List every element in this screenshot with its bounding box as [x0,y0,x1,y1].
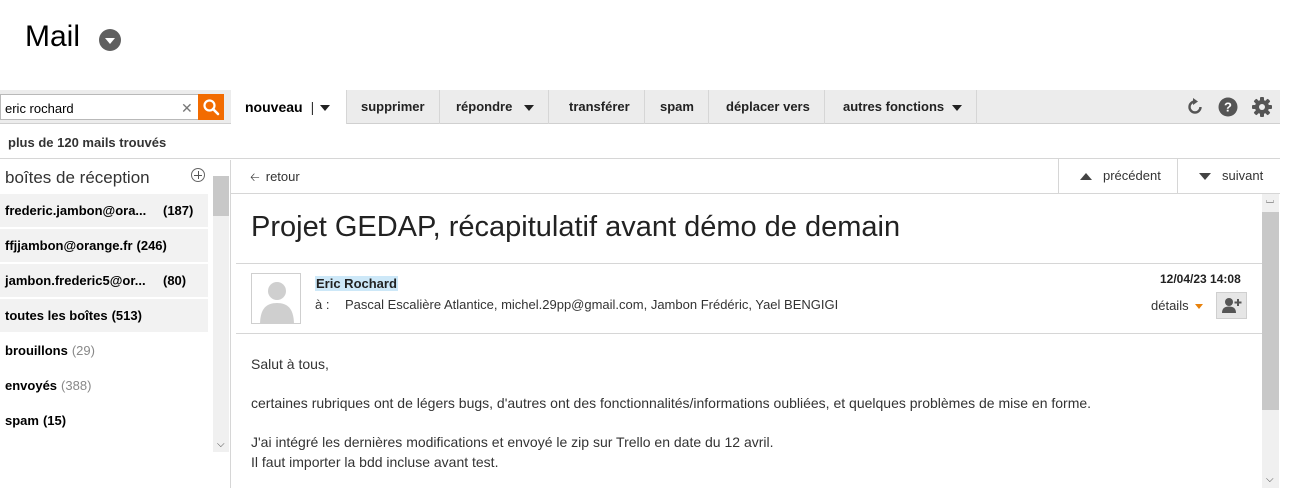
sidebar-item-label: envoyés [5,378,58,393]
unread-count: (80) [163,273,187,288]
search-results-count: plus de 120 mails trouvés [8,135,167,150]
unread-count: (513) [111,308,142,323]
move-to-button[interactable]: déplacer vers [712,90,825,124]
chevron-down-icon [1194,304,1203,310]
separator: | [310,99,315,115]
arrow-left-icon: 🡠 [250,170,260,184]
sender-name[interactable]: Eric Rochard [315,276,398,291]
arrow-down-icon [1199,173,1211,180]
to-label: à : [315,297,330,312]
recipients[interactable]: Pascal Escalière Atlantice, michel.29pp@… [345,297,838,312]
close-icon[interactable]: ✕ [181,99,193,117]
more-functions-button[interactable]: autres fonctions [829,90,978,124]
item-count: (29) [71,343,95,358]
details-label: détails [1151,298,1189,313]
reply-button-label: répondre [456,99,513,114]
refresh-icon[interactable] [1184,96,1206,118]
forward-button-label: transférer [569,99,630,114]
chevron-down-icon[interactable]: ⌵ [1266,474,1274,485]
previous-button[interactable]: précédent [1058,159,1177,193]
more-functions-label: autres fonctions [843,99,945,114]
toolbar: ✕ nouveau | supprimer répondre transférer… [0,90,1280,124]
sidebar-item-jambon-frederic5[interactable]: jambon.frederic5@or... (80) [0,264,208,297]
search-box: ✕ [0,94,198,120]
search-input[interactable] [5,99,175,117]
divider [236,263,1262,264]
sidebar-item-frederic-jambon-ora[interactable]: frederic.jambon@ora... (187) [0,194,208,227]
chevron-down-icon[interactable]: ⌵ [217,439,225,450]
sidebar-item-label: toutes les boîtes [5,308,108,323]
message-body-line: J'ai intégré les dernières modifications… [251,434,774,450]
arrow-up-icon [1080,173,1092,180]
new-button-label: nouveau [245,99,303,115]
sidebar-item-spam[interactable]: spam (15) [0,404,208,437]
next-button-label: suivant [1222,168,1264,183]
sidebar-item-label: spam [5,413,39,428]
message-body-line: certaines rubriques ont de légers bugs, … [251,395,1092,411]
sidebar-item-drafts[interactable]: brouillons (29) [0,334,208,367]
chevron-down-icon[interactable] [524,104,535,111]
details-toggle[interactable]: détails [1151,298,1203,313]
unread-count: (246) [136,238,167,253]
search-button[interactable] [198,94,224,120]
delete-button-label: supprimer [361,99,425,114]
sidebar-item-label: ffjjambon@orange.fr [5,238,133,253]
add-contact-button[interactable] [1216,292,1247,319]
unread-count: (187) [163,203,194,218]
sidebar: boîtes de réception frederic.jambon@ora.… [0,160,230,488]
add-contact-icon [1222,298,1242,313]
chevron-down-icon[interactable] [952,104,963,111]
chevron-down-icon[interactable] [320,105,331,112]
divider [230,160,231,488]
new-button[interactable]: nouveau | [231,90,347,124]
avatar [251,273,301,324]
forward-button[interactable]: transférer [555,90,645,124]
sidebar-item-label: brouillons [5,343,68,358]
spam-button[interactable]: spam [646,90,709,124]
search-icon [203,99,220,116]
chevron-up-icon[interactable]: ⌴ [1266,195,1274,206]
message-body-line: Salut à tous, [251,356,329,372]
sidebar-item-sent[interactable]: envoyés (388) [0,369,208,402]
previous-button-label: précédent [1103,168,1161,183]
divider [231,193,1280,194]
sidebar-item-label: frederic.jambon@ora... [5,203,147,218]
delete-button[interactable]: supprimer [347,90,440,124]
sidebar-scrollbar[interactable] [213,176,229,452]
user-silhouette-icon [260,282,294,323]
next-button[interactable]: suivant [1177,159,1280,193]
spam-button-label: spam [660,99,694,114]
message-subject: Projet GEDAP, récapitulatif avant démo d… [251,211,901,243]
sidebar-item-label: jambon.frederic5@or... [5,273,146,288]
divider [236,333,1262,334]
app-menu-dropdown-icon[interactable] [99,29,121,51]
app-title: Mail [25,20,81,53]
unread-count: (15) [42,413,67,428]
message-scrollbar-thumb[interactable] [1262,212,1279,410]
gear-icon[interactable] [1251,96,1273,118]
sidebar-item-ffjjambon[interactable]: ffjjambon@orange.fr (246) [0,229,208,262]
add-mailbox-icon[interactable] [191,168,205,182]
item-count: (388) [61,378,92,393]
reply-button[interactable]: répondre [442,90,550,124]
svg-text:?: ? [1224,100,1232,115]
message-body-line: Il faut importer la bdd incluse avant te… [251,454,499,470]
message-date: 12/04/23 14:08 [1160,272,1241,286]
sidebar-scrollbar-thumb[interactable] [213,176,229,216]
help-icon[interactable]: ? [1217,96,1239,118]
back-button[interactable]: 🡠 retour [250,168,300,189]
sidebar-item-all-mailboxes[interactable]: toutes les boîtes (513) [0,299,208,332]
move-to-button-label: déplacer vers [726,99,810,114]
back-button-label: retour [265,169,300,184]
sidebar-heading: boîtes de réception [5,168,150,187]
